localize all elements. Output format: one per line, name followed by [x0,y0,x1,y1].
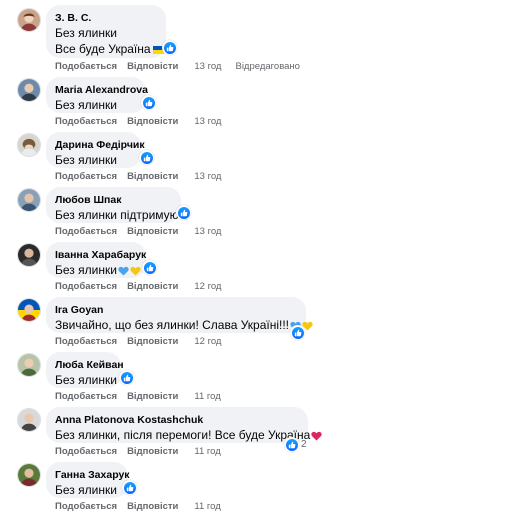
like-reaction-icon[interactable] [162,40,177,55]
like-button[interactable]: Подобається [55,226,117,238]
reply-button[interactable]: Відповісти [127,336,178,348]
like-reaction-icon[interactable] [176,205,191,220]
comment-actions: Подобається Відповісти 11 год [55,501,221,513]
edited-label[interactable]: Відредаговано [235,61,299,73]
reaction-count[interactable]: 2 [301,439,307,450]
red-heart-icon [311,431,322,441]
avatar[interactable] [17,133,41,157]
reply-button[interactable]: Відповісти [127,116,178,128]
comment-bubble: З. В. С. Без ялинки Все буде Україна [46,5,166,58]
comment-bubble: Люба Кейван Без ялинки [46,352,124,388]
comment-time[interactable]: 12 год [194,336,221,348]
comment-text-line2: Все буде Україна [55,41,164,57]
comment-actions: Подобається Відповісти 12 год [55,281,221,293]
avatar[interactable] [17,243,41,267]
comment-text: Без ялинки [55,373,117,387]
comment-text-content: Звичайно, що без ялинки! Слава Україні!!… [55,318,290,332]
comment-text: Без ялинки [55,262,141,278]
reply-button[interactable]: Відповісти [127,226,178,238]
comment-text: Без ялинки [55,26,117,40]
comment-text: Без ялинки [55,98,117,112]
like-button[interactable]: Подобається [55,446,117,458]
comment-text-content: Без ялинки [55,263,117,277]
comment-bubble: Ганна Захарук Без ялинки [46,462,130,498]
reply-button[interactable]: Відповісти [127,391,178,403]
comment-author[interactable]: Іванна Харабарук [55,248,146,262]
comment-text: Звичайно, що без ялинки! Слава Україні!!… [55,317,313,333]
comment-time[interactable]: 12 год [194,281,221,293]
comments-list: З. В. С. Без ялинки Все буде Україна Под… [0,0,516,517]
comment-author[interactable]: Ira Goyan [55,303,296,317]
avatar[interactable] [17,408,41,432]
avatar[interactable] [17,78,41,102]
like-button[interactable]: Подобається [55,501,117,513]
comment-bubble: Anna Platonova Kostashchuk Без ялинки, п… [46,407,322,443]
comment-bubble: Дарина Федірчик Без ялинки [46,132,145,168]
like-reaction-icon[interactable] [142,260,157,275]
like-reaction-icon[interactable] [284,437,299,452]
comment-author[interactable]: Любов Шпак [55,193,171,207]
comment-bubble: Любов Шпак Без ялинки підтримую. [46,187,182,223]
comment-author[interactable]: Люба Кейван [55,358,124,372]
comment-text: Без ялинки [55,153,117,167]
like-reaction-icon[interactable] [139,150,154,165]
comment-time[interactable]: 13 год [194,171,221,183]
blue-heart-icon [118,266,129,276]
comment-bubble: Іванна Харабарук Без ялинки [46,242,146,278]
avatar[interactable] [17,463,41,487]
comment-actions: Подобається Відповісти 11 год [55,446,221,458]
comment-author[interactable]: Дарина Федірчик [55,138,145,152]
like-reaction-icon[interactable] [122,480,137,495]
avatar[interactable] [17,353,41,377]
like-button[interactable]: Подобається [55,116,117,128]
reply-button[interactable]: Відповісти [127,171,178,183]
reply-button[interactable]: Відповісти [127,281,178,293]
like-reaction-icon[interactable] [290,325,305,340]
comment-bubble: Maria Alexandrova Без ялинки [46,77,148,113]
comment-actions: Подобається Відповісти 13 год [55,171,221,183]
comment-author[interactable]: Maria Alexandrova [55,83,148,97]
comment-text: Без ялинки, після перемоги! Все буде Укр… [55,427,322,443]
like-button[interactable]: Подобається [55,281,117,293]
comment-actions: Подобається Відповісти 12 год [55,336,221,348]
comment-actions: Подобається Відповісти 13 год [55,226,221,238]
comment-actions: Подобається Відповісти 13 год [55,116,221,128]
comment-author[interactable]: Ганна Захарук [55,468,130,482]
yellow-heart-icon [130,266,141,276]
like-reaction-icon[interactable] [141,95,156,110]
comment-actions: Подобається Відповісти 11 год [55,391,221,403]
comment-text-content: Без ялинки, після перемоги! Все буде Укр… [55,428,311,442]
like-button[interactable]: Подобається [55,336,117,348]
comment-author[interactable]: Anna Platonova Kostashchuk [55,413,298,427]
like-button[interactable]: Подобається [55,391,117,403]
comment-text-line2-text: Все буде Україна [55,42,151,56]
comment-time[interactable]: 13 год [194,226,221,238]
comment-text: Без ялинки підтримую. [55,208,182,222]
reply-button[interactable]: Відповісти [127,501,178,513]
like-button[interactable]: Подобається [55,171,117,183]
comment-time[interactable]: 11 год [194,446,220,458]
comment-time[interactable]: 13 год [194,61,221,73]
comment-bubble: Ira Goyan Звичайно, що без ялинки! Слава… [46,297,313,333]
reply-button[interactable]: Відповісти [127,446,178,458]
comment-author[interactable]: З. В. С. [55,11,156,25]
avatar[interactable] [17,188,41,212]
avatar[interactable] [17,298,41,322]
comment-time[interactable]: 11 год [194,501,220,513]
like-reaction-icon[interactable] [119,370,134,385]
like-button[interactable]: Подобається [55,61,117,73]
avatar[interactable] [17,8,41,32]
comment-text: Без ялинки [55,483,117,497]
comment-actions: Подобається Відповісти 13 год Відредагов… [55,61,300,73]
reply-button[interactable]: Відповісти [127,61,178,73]
comment-time[interactable]: 13 год [194,116,221,128]
comment-time[interactable]: 11 год [194,391,220,403]
